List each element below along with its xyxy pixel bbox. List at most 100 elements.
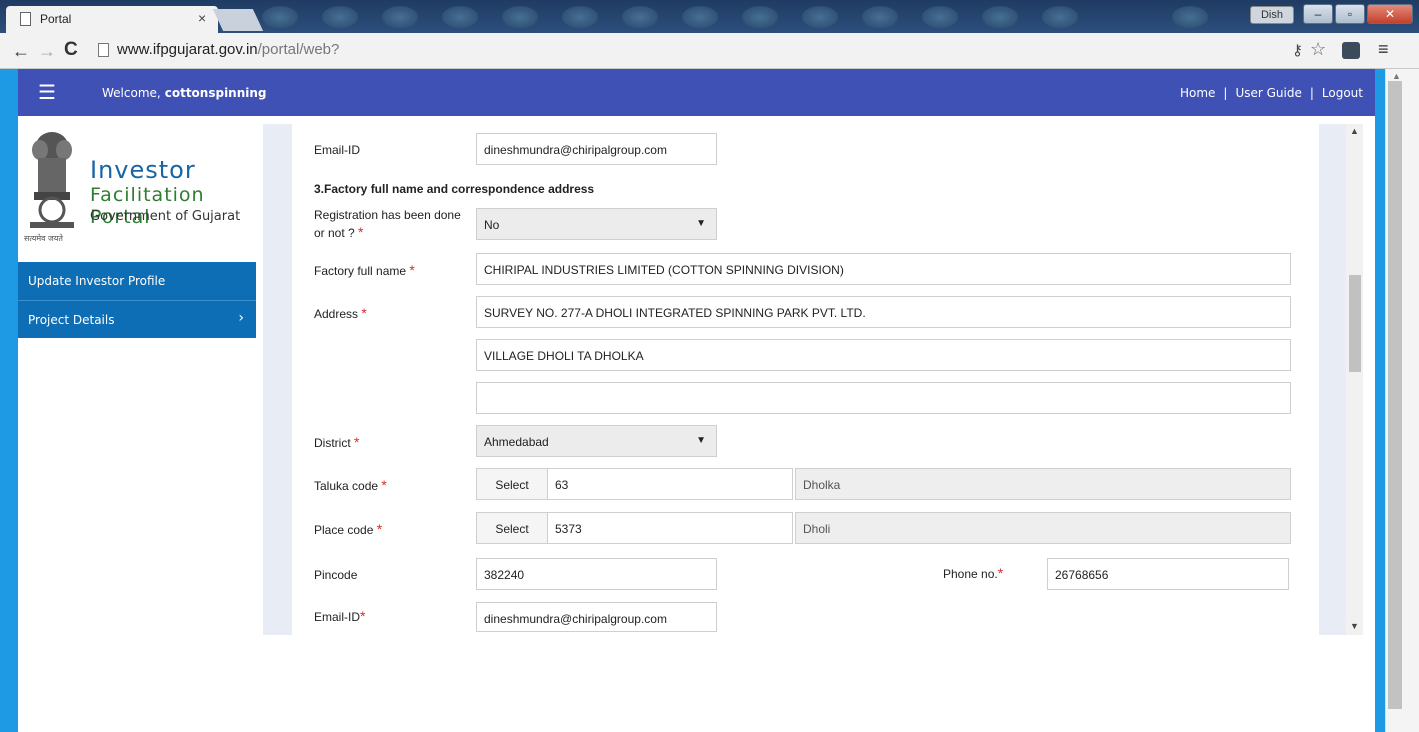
- sidebar-item-label: Update Investor Profile: [28, 274, 166, 288]
- factory-name-field[interactable]: CHIRIPAL INDUSTRIES LIMITED (COTTON SPIN…: [476, 253, 1291, 285]
- required-mark: *: [997, 565, 1004, 581]
- district-select[interactable]: Ahmedabad ▼: [476, 425, 717, 457]
- left-border-strip: [0, 69, 18, 732]
- sidebar-item-update-investor-profile[interactable]: Update Investor Profile: [18, 262, 256, 300]
- taskbar-icon: [922, 6, 958, 28]
- page-icon: [98, 43, 109, 57]
- email-label-text: Email-ID: [314, 610, 361, 624]
- district-value: Ahmedabad: [484, 435, 549, 449]
- pincode-field[interactable]: 382240: [476, 558, 717, 590]
- browser-toolbar: ← → C www.ifpgujarat.gov.in/portal/web? …: [0, 33, 1419, 69]
- profile-button[interactable]: Dish: [1250, 6, 1294, 24]
- taluka-select-button[interactable]: Select: [476, 468, 548, 500]
- logo-line-government: Government of Gujarat: [90, 209, 241, 224]
- place-label-text: Place code: [314, 523, 374, 537]
- chevron-down-icon: ▼: [696, 218, 706, 229]
- sidebar-item-label: Project Details: [28, 313, 115, 327]
- registration-select[interactable]: No ▼: [476, 208, 717, 240]
- tab-close-icon[interactable]: ×: [198, 10, 206, 26]
- email-label: Email-ID*: [314, 608, 365, 624]
- scroll-up-icon[interactable]: ▲: [1392, 71, 1401, 81]
- required-mark: *: [409, 262, 415, 278]
- app-viewport: ▲ ☰ Welcome, cottonspinning Home | User Gui…: [0, 69, 1419, 732]
- address-line1-field[interactable]: SURVEY NO. 277-A DHOLI INTEGRATED SPINNI…: [476, 296, 1291, 328]
- taskbar-icon: [742, 6, 778, 28]
- scroll-up-icon[interactable]: ▲: [1350, 126, 1359, 136]
- welcome-text: Welcome, cottonspinning: [102, 86, 267, 100]
- welcome-label: Welcome,: [102, 86, 161, 100]
- browser-tab[interactable]: Portal ×: [6, 6, 218, 33]
- key-icon[interactable]: ⚷: [1292, 41, 1303, 59]
- taskbar-icon: [982, 6, 1018, 28]
- phone-field[interactable]: 26768656: [1047, 558, 1289, 590]
- address-label: Address *: [314, 305, 367, 321]
- form-scrollbar[interactable]: [1346, 124, 1363, 635]
- taskbar-icon: [442, 6, 478, 28]
- registration-label-text: or not ?: [314, 226, 355, 240]
- district-label-text: District: [314, 436, 351, 450]
- taskbar-icon: [322, 6, 358, 28]
- page-scrollbar-thumb[interactable]: [1388, 81, 1402, 709]
- place-name-field: Dholi: [795, 512, 1291, 544]
- pincode-label: Pincode: [314, 568, 358, 582]
- user-guide-link[interactable]: User Guide: [1235, 86, 1301, 100]
- link-separator: |: [1309, 86, 1314, 100]
- taskbar-icon: [862, 6, 898, 28]
- reload-icon[interactable]: C: [64, 39, 78, 61]
- forward-arrow-icon[interactable]: →: [38, 41, 56, 62]
- place-select-button[interactable]: Select: [476, 512, 548, 544]
- emblem-caption: सत्यमेव जयते: [24, 234, 63, 243]
- phone-label-text: Phone no.: [943, 567, 998, 581]
- hamburger-menu-icon[interactable]: ☰: [38, 80, 56, 105]
- district-label: District *: [314, 434, 359, 450]
- sidebar-item-project-details[interactable]: Project Details ›: [18, 300, 256, 338]
- registration-label-line2: or not ? *: [314, 224, 364, 240]
- taluka-label-text: Taluka code: [314, 479, 379, 493]
- section-title: 3.Factory full name and correspondence a…: [314, 182, 595, 196]
- close-window-button[interactable]: ✕: [1367, 4, 1413, 24]
- taskbar-icon: [382, 6, 418, 28]
- right-border-strip: [1375, 69, 1385, 732]
- address-bar[interactable]: www.ifpgujarat.gov.in/portal/web?: [117, 41, 339, 58]
- required-mark: *: [358, 224, 364, 240]
- window-controls: – ▫ ✕: [1303, 4, 1413, 26]
- factory-name-label-text: Factory full name: [314, 264, 407, 278]
- phone-label: Phone no.*: [943, 565, 1003, 581]
- extension-icon[interactable]: [1342, 42, 1360, 59]
- taskbar-icon: [502, 6, 538, 28]
- home-link[interactable]: Home: [1180, 86, 1215, 100]
- required-mark: *: [354, 434, 360, 450]
- email-top-field[interactable]: dineshmundra@chiripalgroup.com: [476, 133, 717, 165]
- new-tab-button[interactable]: [212, 9, 264, 31]
- taskbar-icon: [262, 6, 298, 28]
- taskbar-icon: [1042, 6, 1078, 28]
- registration-value: No: [484, 218, 500, 232]
- required-mark: *: [361, 305, 367, 321]
- minimize-button[interactable]: –: [1303, 4, 1333, 24]
- required-mark: *: [381, 477, 387, 493]
- place-label: Place code *: [314, 521, 382, 537]
- address-line2-field[interactable]: VILLAGE DHOLI TA DHOLKA: [476, 339, 1291, 371]
- required-mark: *: [376, 521, 383, 537]
- logout-link[interactable]: Logout: [1322, 86, 1363, 100]
- link-separator: |: [1223, 86, 1228, 100]
- taluka-label: Taluka code *: [314, 477, 387, 493]
- taluka-code-field[interactable]: 63: [547, 468, 793, 500]
- ashoka-emblem-icon: [30, 132, 74, 228]
- chevron-right-icon: ›: [238, 310, 244, 326]
- form-scrollbar-thumb[interactable]: [1349, 275, 1361, 372]
- place-code-field[interactable]: 5373: [547, 512, 793, 544]
- email-field[interactable]: dineshmundra@chiripalgroup.com: [476, 602, 717, 632]
- back-arrow-icon[interactable]: ←: [12, 41, 30, 62]
- portal-logo[interactable]: सत्यमेव जयते Investor Facilitation Porta…: [18, 124, 256, 254]
- taskbar-icon: [802, 6, 838, 28]
- browser-menu-icon[interactable]: ≡: [1378, 39, 1389, 60]
- scroll-down-icon[interactable]: ▼: [1350, 621, 1359, 631]
- taluka-name-field: Dholka: [795, 468, 1291, 500]
- address-line3-field[interactable]: [476, 382, 1291, 414]
- bookmark-star-icon[interactable]: ☆: [1310, 39, 1326, 60]
- factory-name-label: Factory full name *: [314, 262, 415, 278]
- registration-label-line1: Registration has been done: [314, 208, 461, 222]
- maximize-button[interactable]: ▫: [1335, 4, 1365, 24]
- browser-titlebar: Portal × Dish – ▫ ✕: [0, 0, 1419, 33]
